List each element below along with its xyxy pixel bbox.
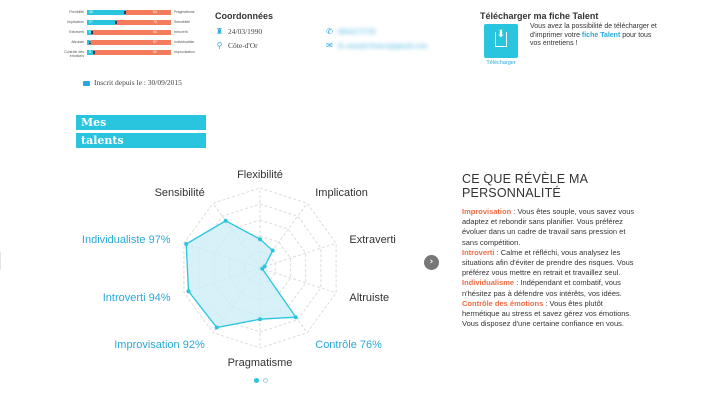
radar-axis-label: Implication	[315, 187, 368, 199]
radar-point	[214, 325, 219, 330]
profile-bar-value-left: 6	[89, 30, 91, 34]
profile-bar-right-label: Individualiste	[174, 40, 195, 44]
download-description: Vous avez la possibilité de télécharger …	[530, 23, 657, 47]
profile-bar-row: Extraverti 6 94 Introverti	[60, 30, 198, 38]
profile-bar-marker	[91, 31, 94, 34]
radar-axis-label: Contrôle 76%	[315, 339, 382, 351]
cake-icon: ♜	[215, 27, 224, 36]
radar-axis-label: Individualiste 97%	[82, 234, 171, 246]
radar-point	[260, 266, 265, 271]
tray-icon	[495, 32, 507, 47]
mail-icon: ✉	[326, 41, 333, 50]
radar-axis-label: Extraverti	[349, 234, 395, 246]
personnalite-term: Contrôle des émotions	[462, 298, 544, 308]
profile-bar-right-label: Pragmatisme	[174, 10, 195, 14]
profile-bar-value-right: 97	[153, 40, 157, 44]
personnalite-body: Improvisation : Vous êtes souple, vous s…	[462, 207, 642, 329]
location-pin-icon: ⚲	[216, 41, 223, 50]
birthdate-value: 24/03/1990	[228, 27, 263, 36]
radar-axis-label: Improvisation 92%	[114, 339, 205, 351]
slider-dot-1[interactable]	[254, 378, 259, 383]
profile-bar-value-left: 27	[89, 20, 93, 24]
location-line: ⚲ Côte-d'Or	[215, 41, 258, 50]
profile-bar-value-right: 64	[153, 10, 157, 14]
radar-point	[258, 237, 262, 242]
fiche-talent-link[interactable]: fiche Talent	[582, 32, 620, 39]
page-edge-divider	[0, 252, 1, 270]
profile-bar-row: Implication 27 73 Sensibilité	[60, 20, 198, 28]
talents-radar-chart: Flexibilité Implication Extraverti Altruist…	[82, 169, 396, 369]
personnalite-paragraph: Individualisme : Indépendant et combatif…	[462, 278, 642, 298]
profile-bar: 3 97	[87, 40, 171, 45]
profile-bar: 8 92	[87, 50, 171, 55]
phone-value: 0664275750	[338, 27, 376, 36]
radar-axis-label: Pragmatisme	[228, 357, 293, 369]
email-line[interactable]: ✉ bc.arnault.france@gmail.com	[325, 41, 427, 50]
profile-bar: 6 94	[87, 30, 171, 35]
radar-point	[258, 317, 262, 322]
personnalite-paragraph: Introverti : Calme et réfléchi, vous ana…	[462, 248, 642, 279]
personnalite-paragraph: Contrôle des émotions : Vous êtes plutôt…	[462, 299, 642, 330]
download-title: Télécharger ma fiche Talent	[480, 11, 599, 21]
personnalite-term: Improvisation	[462, 207, 512, 216]
radar-axis-label: Altruiste	[349, 292, 389, 304]
personnalite-term: Individualisme	[462, 278, 515, 288]
inscrit-text: Inscrit depuis le : 30/09/2015	[94, 78, 182, 87]
radar-point	[186, 289, 191, 294]
email-value[interactable]: bc.arnault.france@gmail.com	[338, 41, 427, 50]
profile-bar-left-label: Implication	[67, 20, 84, 24]
profile-bar-left-label: Contrôle des émotions	[64, 50, 84, 58]
location-value: Côte-d'Or	[228, 41, 258, 50]
radar-point	[293, 315, 298, 320]
section-title-line-1: Mes	[76, 115, 206, 130]
radar-spoke	[259, 242, 337, 269]
radar-axis-label: Introverti 94%	[103, 292, 171, 304]
profile-bar-row: Contrôle des émotions 8 92 Improvisation	[60, 50, 198, 58]
slider-dot-2[interactable]	[263, 378, 268, 383]
radar-point	[270, 248, 275, 253]
personnalite-term: Introverti	[462, 247, 495, 257]
profile-bar-marker	[92, 51, 95, 54]
profile-bar: 27 73	[87, 20, 171, 25]
profile-bar-marker	[114, 21, 117, 24]
profile-bar-row: Altruiste 3 97 Individualiste	[60, 40, 198, 48]
profile-bar-left-label: Altruiste	[71, 40, 84, 44]
profile-bar-right-label: Sensibilité	[174, 20, 190, 24]
download-button[interactable]: ⬇	[484, 24, 518, 58]
profile-bar-left-label: Flexibilité	[69, 10, 84, 14]
inscrit-depuis: Inscrit depuis le : 30/09/2015	[83, 78, 182, 87]
personnalite-paragraph: Improvisation : Vous êtes souple, vous s…	[462, 207, 642, 248]
calendar-icon	[83, 80, 90, 86]
profile-bar-value-right: 94	[153, 30, 157, 34]
profile-bar-value-left: 36	[89, 10, 93, 14]
profile-bar-row: Flexibilité 36 64 Pragmatisme	[60, 10, 198, 18]
slider-dots	[254, 370, 272, 388]
profile-bar-value-left: 8	[89, 50, 91, 54]
phone-icon: ✆	[326, 27, 333, 36]
download-caption[interactable]: Télécharger	[478, 60, 524, 66]
profile-bar: 36 64	[87, 10, 171, 15]
birthdate-line: ♜ 24/03/1990	[215, 27, 262, 36]
next-slide-button[interactable]: ›	[424, 255, 439, 270]
radar-axis-label: Flexibilité	[237, 169, 283, 181]
profile-bar-value-left: 3	[89, 40, 91, 44]
personnalite-title: CE QUE RÉVÈLE MA PERSONNALITÉ	[462, 172, 588, 200]
phone-line: ✆ 0664275750	[325, 27, 376, 36]
section-title-line-2: talents	[76, 133, 206, 148]
profile-bar-value-right: 92	[153, 50, 157, 54]
profile-bar-marker	[123, 11, 126, 14]
radar-axis-label: Sensibilité	[155, 187, 205, 199]
coordonnees-title: Coordonnées	[215, 11, 274, 21]
profile-bar-right-label: Introverti	[174, 30, 188, 34]
radar-point	[184, 242, 189, 247]
profile-bar-left-label: Extraverti	[69, 30, 84, 34]
profile-bar-value-right: 73	[153, 20, 157, 24]
profile-bar-right-label: Improvisation	[174, 50, 195, 54]
radar-point	[223, 218, 228, 223]
